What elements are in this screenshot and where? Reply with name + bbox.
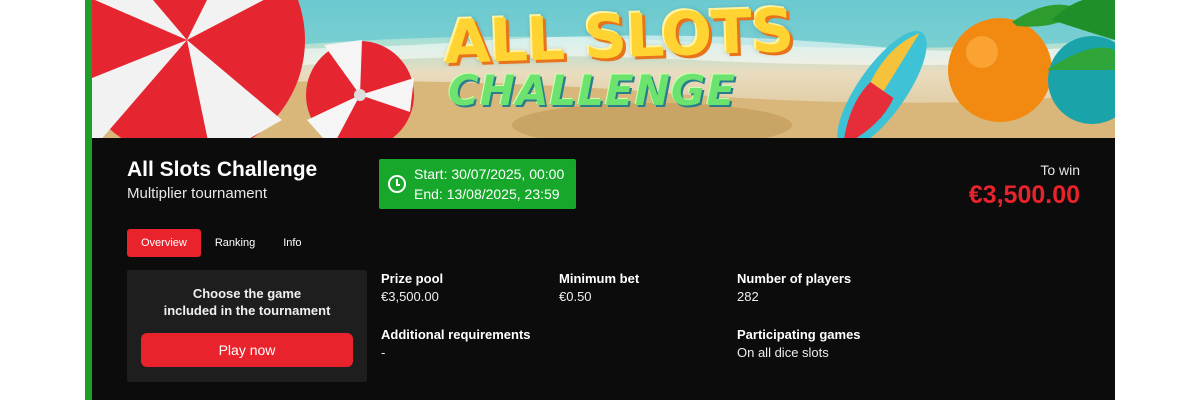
tournament-subtitle: Multiplier tournament xyxy=(127,185,268,202)
number-of-players-label: Number of players xyxy=(737,271,852,286)
tournament-title: All Slots Challenge xyxy=(127,158,318,181)
choose-game-line1: Choose the game xyxy=(192,286,302,301)
minimum-bet-label: Minimum bet xyxy=(559,271,640,286)
number-of-players-value: 282 xyxy=(737,289,759,304)
tab-info[interactable]: Info xyxy=(269,229,315,257)
choose-game-text: Choose the game included in the tourname… xyxy=(127,285,367,319)
additional-requirements-label: Additional requirements xyxy=(381,327,531,342)
prize-label: To win xyxy=(1040,162,1080,178)
tournament-dates-badge: Start: 30/07/2025, 00:00 End: 13/08/2025… xyxy=(379,159,576,209)
play-now-button[interactable]: Play now xyxy=(141,333,353,367)
left-accent-bar xyxy=(85,0,92,400)
participating-games-value: On all dice slots xyxy=(737,345,829,360)
tournament-card: ALL SLOTS CHALLENGE All Slots Challenge … xyxy=(92,0,1115,400)
prize-pool-value: €3,500.00 xyxy=(381,289,439,304)
participating-games-label: Participating games xyxy=(737,327,861,342)
prize-amount: €3,500.00 xyxy=(968,181,1080,209)
tournament-banner: ALL SLOTS CHALLENGE xyxy=(92,0,1115,138)
prize-pool-label: Prize pool xyxy=(381,271,444,286)
start-date: Start: 30/07/2025, 00:00 xyxy=(414,166,565,182)
additional-requirements-value: - xyxy=(381,345,386,360)
tab-ranking[interactable]: Ranking xyxy=(201,229,269,257)
banner-title-line2: CHALLENGE xyxy=(448,66,737,115)
end-date: End: 13/08/2025, 23:59 xyxy=(414,186,560,202)
beach-ball-large-icon xyxy=(92,0,305,138)
choose-game-line2: included in the tournament xyxy=(163,303,331,318)
tournament-tabs: Overview Ranking Info xyxy=(127,229,316,257)
clock-icon xyxy=(388,175,406,193)
tab-overview[interactable]: Overview xyxy=(127,229,201,257)
choose-game-panel: Choose the game included in the tourname… xyxy=(127,270,367,382)
minimum-bet-value: €0.50 xyxy=(559,289,592,304)
